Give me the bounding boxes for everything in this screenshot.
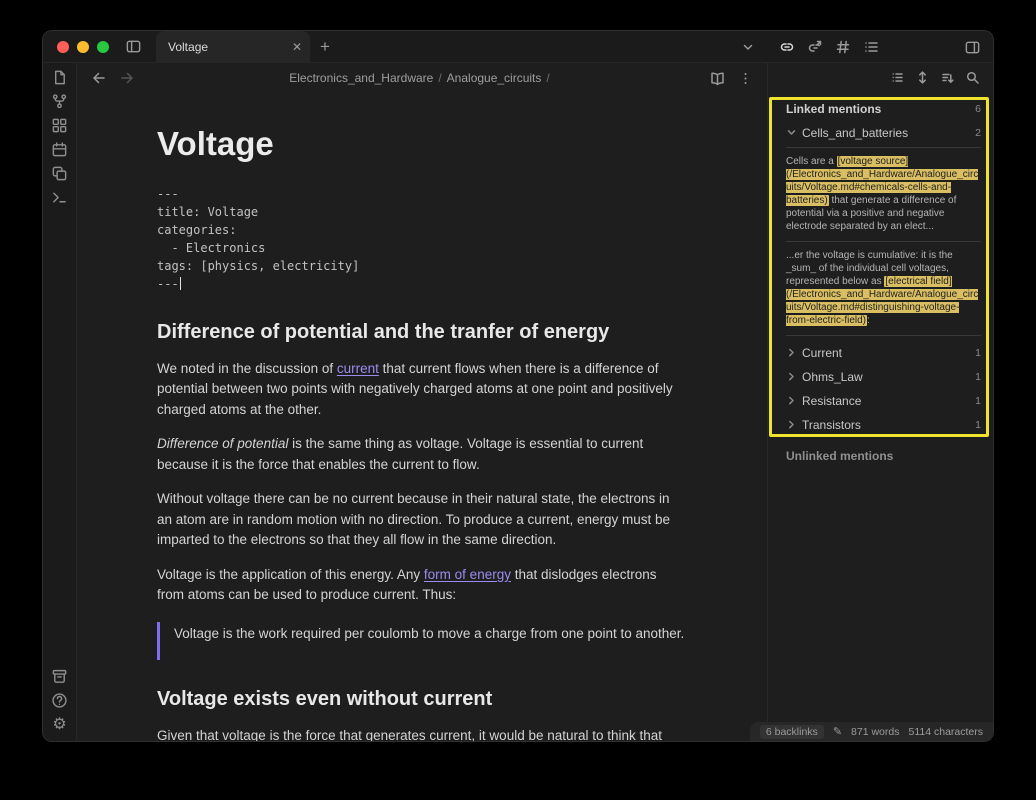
breadcrumb-item[interactable]: Electronics_and_Hardware	[289, 71, 433, 85]
command-palette-icon[interactable]	[51, 189, 68, 206]
blockquote: Voltage is the work required per coulomb…	[157, 622, 687, 661]
editor-header: Electronics_and_Hardware/Analogue_circui…	[77, 63, 767, 93]
quote-text: Voltage is the work required per coulomb…	[174, 624, 687, 645]
backlink-group[interactable]: Current 1	[786, 342, 981, 363]
paragraph: Difference of potential is the same thin…	[157, 434, 687, 475]
char-count: 5114 characters	[908, 726, 983, 738]
note-scroll-area[interactable]: Voltage --- title: Voltage categories: -…	[77, 93, 767, 741]
vault-switcher-icon[interactable]	[51, 668, 68, 685]
backlink-group[interactable]: Ohms_Law 1	[786, 366, 981, 387]
tab-list-dropdown-icon[interactable]	[741, 40, 755, 54]
backlinks-list: Linked mentions 6 Cells_and_batteries 2 …	[768, 91, 993, 741]
backlink-group[interactable]: Cells_and_batteries 2	[786, 122, 981, 143]
new-tab-icon[interactable]: +	[320, 38, 330, 55]
canvas-icon[interactable]	[51, 117, 68, 134]
paragraph: Without voltage there can be no current …	[157, 489, 687, 551]
unlinked-mentions-header[interactable]: Unlinked mentions	[786, 449, 981, 463]
settings-icon[interactable]: ⚙	[52, 716, 66, 733]
section-heading: Voltage exists even without current	[157, 684, 687, 714]
frontmatter[interactable]: --- title: Voltage categories: - Electro…	[157, 185, 687, 293]
tab-close-icon[interactable]: ✕	[292, 40, 302, 54]
paragraph: Given that voltage is the force that gen…	[157, 726, 687, 741]
outgoing-links-pane-tab-icon[interactable]	[807, 39, 823, 55]
editor-pane: Electronics_and_Hardware/Analogue_circui…	[77, 63, 767, 741]
outline-pane-tab-icon[interactable]	[863, 39, 879, 55]
inline-link[interactable]: current	[337, 361, 379, 376]
paragraph: We noted in the discussion of current th…	[157, 359, 687, 421]
frontmatter-line: ---	[157, 185, 687, 203]
backlink-group[interactable]: Resistance 1	[786, 390, 981, 411]
backlinks-panel: Linked mentions 6 Cells_and_batteries 2 …	[767, 63, 993, 741]
frontmatter-line: - Electronics	[157, 239, 687, 257]
backlink-snippets: Cells are a [voltage source](/Electronic…	[786, 147, 981, 336]
forward-arrow-icon[interactable]	[119, 70, 135, 86]
sort-order-icon[interactable]	[941, 71, 954, 84]
graph-view-icon[interactable]	[51, 93, 68, 110]
search-icon[interactable]	[966, 71, 979, 84]
reading-view-icon[interactable]	[709, 70, 726, 87]
backlink-count-status[interactable]: 6 backlinks	[760, 725, 824, 739]
collapse-results-icon[interactable]	[891, 71, 904, 84]
chevron-right-icon	[786, 347, 797, 358]
linked-mentions-count: 6	[975, 103, 981, 115]
obsidian-window: Voltage ✕ +	[42, 30, 994, 742]
frontmatter-line: title: Voltage	[157, 203, 687, 221]
tags-pane-tab-icon[interactable]	[835, 39, 851, 55]
backlink-snippet[interactable]: Cells are a [voltage source](/Electronic…	[786, 147, 981, 242]
backlinks-pane-controls	[768, 63, 993, 91]
right-sidebar-toggle-icon[interactable]	[964, 39, 981, 56]
inline-link[interactable]: form of energy	[424, 567, 511, 582]
frontmatter-line: tags: [physics, electricity]	[157, 257, 687, 275]
linked-mentions-header[interactable]: Linked mentions 6	[786, 99, 981, 119]
frontmatter-line: categories:	[157, 221, 687, 239]
back-arrow-icon[interactable]	[91, 70, 107, 86]
templates-icon[interactable]	[51, 165, 68, 182]
daily-note-icon[interactable]	[51, 141, 68, 158]
frontmatter-line: ---	[157, 275, 687, 293]
right-sidebar-pane-tabs	[779, 39, 879, 55]
app-body: ⚙ Electronics_and_Hardware/Analogue_circ…	[43, 63, 993, 741]
section-heading: Difference of potential and the tranfer …	[157, 317, 687, 347]
traffic-lights	[57, 41, 109, 53]
chevron-right-icon	[786, 371, 797, 382]
titlebar: Voltage ✕ +	[43, 31, 993, 63]
breadcrumb: Electronics_and_Hardware/Analogue_circui…	[77, 71, 767, 85]
help-icon[interactable]	[51, 692, 68, 709]
left-sidebar-toggle-icon[interactable]	[125, 38, 142, 55]
paragraph: Voltage is the application of this energ…	[157, 565, 687, 606]
backlinks-pane-tab-icon[interactable]	[779, 39, 795, 55]
pencil-icon: ✎	[833, 725, 842, 738]
left-ribbon: ⚙	[43, 63, 77, 741]
backlink-snippet[interactable]: ...er the voltage is cumulative: it is t…	[786, 242, 981, 336]
tab-voltage[interactable]: Voltage ✕	[156, 31, 310, 63]
note-content[interactable]: Voltage --- title: Voltage categories: -…	[157, 93, 687, 741]
zoom-window-button[interactable]	[97, 41, 109, 53]
more-options-icon[interactable]	[738, 71, 753, 86]
note-title: Voltage	[157, 119, 687, 169]
backlink-group[interactable]: Transistors 1	[786, 414, 981, 435]
chevron-down-icon	[786, 127, 797, 138]
create-note-icon[interactable]	[51, 69, 68, 86]
status-bar: 6 backlinks ✎ 871 words 5114 characters	[750, 722, 993, 741]
text-cursor	[180, 277, 181, 290]
show-context-icon[interactable]	[916, 71, 929, 84]
breadcrumb-item[interactable]: Analogue_circuits	[447, 71, 542, 85]
chevron-right-icon	[786, 419, 797, 430]
close-window-button[interactable]	[57, 41, 69, 53]
chevron-right-icon	[786, 395, 797, 406]
word-count: 871 words	[851, 726, 899, 738]
minimize-window-button[interactable]	[77, 41, 89, 53]
tab-title: Voltage	[168, 40, 208, 54]
